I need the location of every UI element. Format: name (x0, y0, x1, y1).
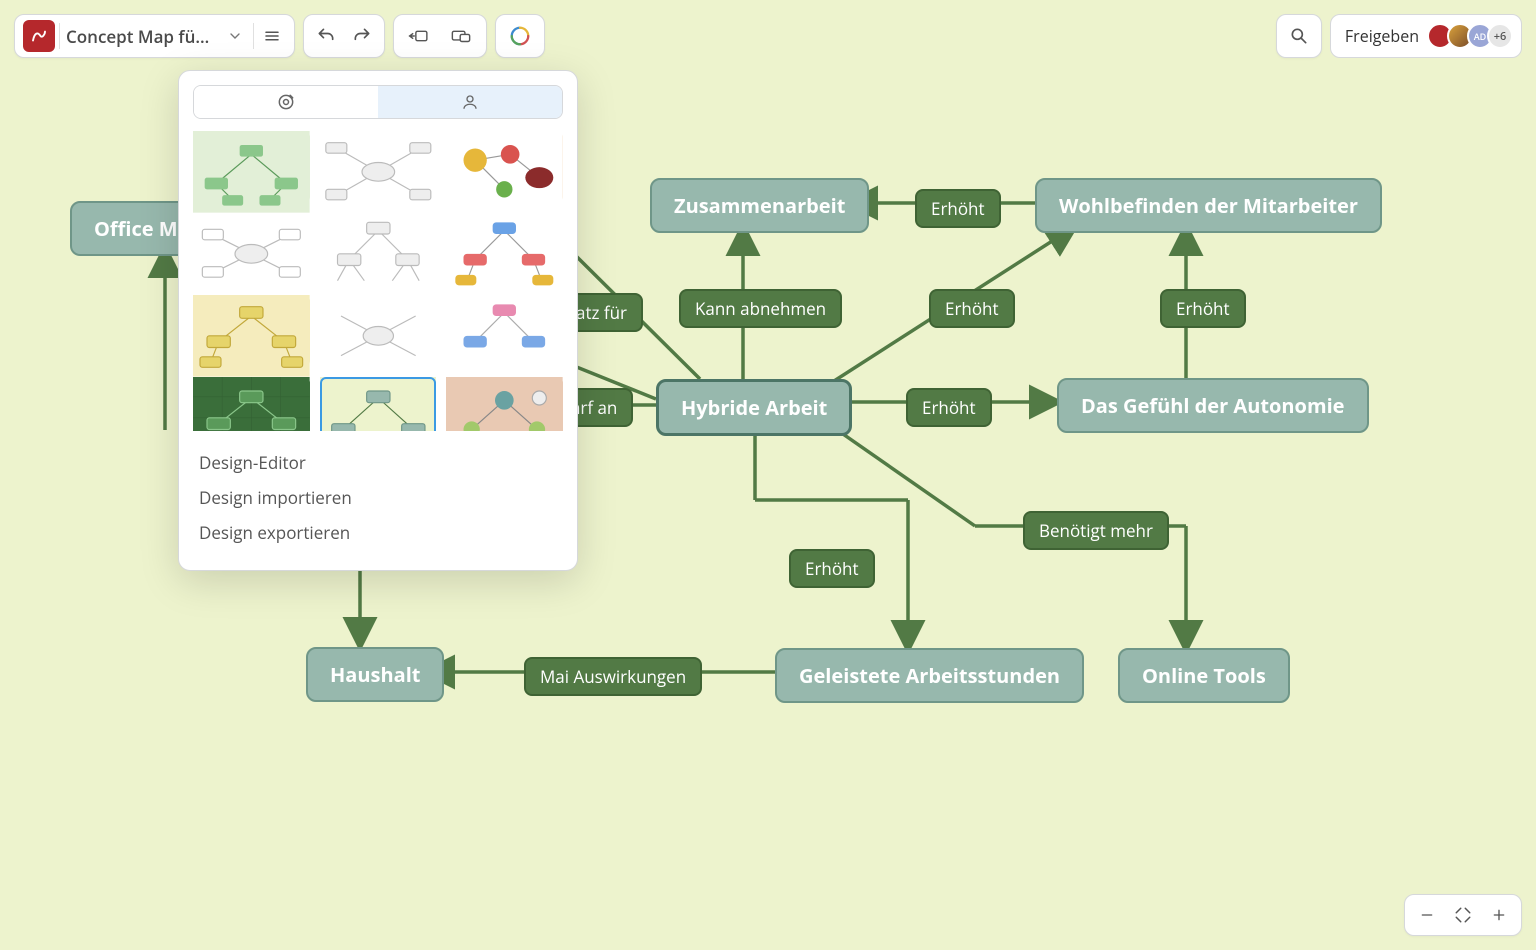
theme-thumbnail[interactable] (446, 377, 563, 431)
concept-node[interactable]: Haushalt (306, 647, 444, 702)
title-group: Concept Map fü… (14, 14, 295, 58)
link-design-import[interactable]: Design importieren (199, 480, 557, 515)
theme-thumbnail[interactable] (320, 377, 437, 431)
edge-label[interactable]: Kann abnehmen (679, 289, 842, 328)
theme-thumbnail[interactable] (193, 377, 310, 431)
menu-button[interactable] (254, 18, 290, 54)
edge-label[interactable]: Erhöht (915, 189, 1001, 228)
person-icon (461, 93, 479, 111)
redo-icon (352, 26, 372, 46)
top-toolbar: Concept Map fü… (14, 12, 1522, 60)
share-label: Freigeben (1345, 25, 1419, 47)
present-button[interactable] (440, 18, 482, 54)
theme-thumbnail[interactable] (446, 295, 563, 367)
palette-icon (509, 25, 531, 47)
zoom-in-button[interactable] (1483, 899, 1515, 931)
plus-icon (1491, 907, 1507, 923)
panel-links: Design-Editor Design importieren Design … (193, 431, 563, 556)
theme-thumbnail[interactable] (320, 213, 437, 285)
panel-tabs (193, 85, 563, 119)
search-button[interactable] (1281, 18, 1317, 54)
concept-node[interactable]: Zusammenarbeit (650, 178, 869, 233)
tab-themes[interactable] (194, 86, 378, 118)
app-logo[interactable] (23, 20, 55, 52)
focus-button[interactable] (398, 18, 440, 54)
theme-thumbnail[interactable] (446, 213, 563, 285)
redo-button[interactable] (344, 18, 380, 54)
theme-thumbnail[interactable] (320, 295, 437, 367)
concept-node[interactable]: Online Tools (1118, 648, 1290, 703)
minus-icon (1419, 907, 1435, 923)
concept-node[interactable]: Geleistete Arbeitsstunden (775, 648, 1084, 703)
design-group (495, 14, 545, 58)
search-icon (1289, 26, 1309, 46)
tab-personal[interactable] (378, 86, 562, 118)
theme-thumbnail[interactable] (320, 131, 437, 203)
design-button[interactable] (500, 18, 540, 54)
zoom-out-button[interactable] (1411, 899, 1443, 931)
theme-thumbnail[interactable] (193, 295, 310, 367)
search-group (1276, 14, 1322, 58)
document-title[interactable]: Concept Map fü… (60, 25, 217, 48)
zoom-controls (1404, 894, 1522, 936)
avatar-stack: AD +6 (1427, 23, 1513, 49)
link-design-editor[interactable]: Design-Editor (199, 445, 557, 480)
concept-node[interactable]: Das Gefühl der Autonomie (1057, 378, 1369, 433)
edge-label[interactable]: Erhöht (929, 289, 1015, 328)
undo-redo-group (303, 14, 385, 58)
undo-button[interactable] (308, 18, 344, 54)
target-icon (276, 92, 296, 112)
focus-icon (408, 27, 430, 45)
fit-button[interactable] (1447, 899, 1479, 931)
design-panel: Design-Editor Design importieren Design … (178, 70, 578, 571)
edge-label[interactable]: Mai Auswirkungen (524, 657, 702, 696)
view-group (393, 14, 487, 58)
theme-thumbnail[interactable] (446, 131, 563, 203)
edge-label[interactable]: Benötigt mehr (1023, 511, 1169, 550)
title-dropdown-button[interactable] (217, 18, 253, 54)
undo-icon (316, 26, 336, 46)
theme-thumbnails (193, 131, 563, 431)
concept-node-center[interactable]: Hybride Arbeit (656, 379, 852, 436)
theme-thumbnail[interactable] (193, 213, 310, 285)
edge-label[interactable]: Erhöht (789, 549, 875, 588)
concept-node[interactable]: Wohlbefinden der Mitarbeiter (1035, 178, 1382, 233)
edge-label[interactable]: Erhöht (1160, 289, 1246, 328)
hamburger-icon (263, 27, 281, 45)
edge-label[interactable]: Erhöht (906, 388, 992, 427)
share-group[interactable]: Freigeben AD +6 (1330, 14, 1522, 58)
theme-thumbnail[interactable] (193, 131, 310, 203)
fit-icon (1454, 906, 1472, 924)
present-icon (450, 27, 472, 45)
chevron-down-icon (227, 28, 243, 44)
avatar-more[interactable]: +6 (1487, 23, 1513, 49)
link-design-export[interactable]: Design exportieren (199, 515, 557, 550)
